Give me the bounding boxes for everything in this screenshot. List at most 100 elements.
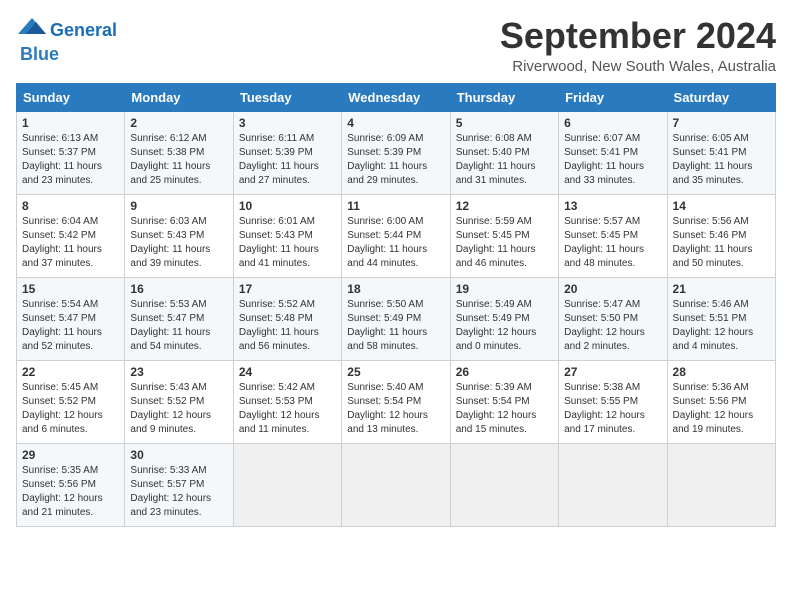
day-info: Sunrise: 6:03 AMSunset: 5:43 PMDaylight:… [130, 215, 227, 271]
day-info: Sunrise: 5:46 AMSunset: 5:51 PMDaylight:… [673, 298, 770, 354]
day-number: 18 [347, 282, 444, 296]
calendar-cell: 23 Sunrise: 5:43 AMSunset: 5:52 PMDayligh… [125, 360, 233, 443]
day-info: Sunrise: 5:43 AMSunset: 5:52 PMDaylight:… [130, 381, 227, 437]
day-info: Sunrise: 5:38 AMSunset: 5:55 PMDaylight:… [564, 381, 661, 437]
day-number: 24 [239, 365, 336, 379]
calendar-cell: 1 Sunrise: 6:13 AMSunset: 5:37 PMDaylight… [17, 111, 125, 194]
weekday-header-tuesday: Tuesday [233, 83, 341, 111]
day-number: 25 [347, 365, 444, 379]
day-info: Sunrise: 6:11 AMSunset: 5:39 PMDaylight:… [239, 132, 336, 188]
calendar-cell: 9 Sunrise: 6:03 AMSunset: 5:43 PMDaylight… [125, 194, 233, 277]
calendar-cell: 19 Sunrise: 5:49 AMSunset: 5:49 PMDayligh… [450, 277, 558, 360]
calendar-cell: 26 Sunrise: 5:39 AMSunset: 5:54 PMDayligh… [450, 360, 558, 443]
day-number: 28 [673, 365, 770, 379]
day-number: 14 [673, 199, 770, 213]
weekday-header-sunday: Sunday [17, 83, 125, 111]
calendar-cell: 22 Sunrise: 5:45 AMSunset: 5:52 PMDayligh… [17, 360, 125, 443]
title-block: September 2024 Riverwood, New South Wale… [500, 16, 776, 75]
calendar-cell: 24 Sunrise: 5:42 AMSunset: 5:53 PMDayligh… [233, 360, 341, 443]
weekday-header-row: SundayMondayTuesdayWednesdayThursdayFrid… [17, 83, 776, 111]
day-info: Sunrise: 5:49 AMSunset: 5:49 PMDaylight:… [456, 298, 553, 354]
calendar-cell: 17Sunrise: 5:52 AMSunset: 5:48 PMDayligh… [233, 277, 341, 360]
location: Riverwood, New South Wales, Australia [500, 58, 776, 75]
day-info: Sunrise: 6:07 AMSunset: 5:41 PMDaylight:… [564, 132, 661, 188]
calendar-cell: 11 Sunrise: 6:00 AMSunset: 5:44 PMDayligh… [342, 194, 450, 277]
day-info: Sunrise: 5:54 AMSunset: 5:47 PMDaylight:… [22, 298, 119, 354]
page-header: General Blue September 2024 Riverwood, N… [16, 16, 776, 75]
day-number: 12 [456, 199, 553, 213]
calendar-cell [667, 443, 775, 526]
day-info: Sunrise: 5:42 AMSunset: 5:53 PMDaylight:… [239, 381, 336, 437]
calendar-cell: 2 Sunrise: 6:12 AMSunset: 5:38 PMDaylight… [125, 111, 233, 194]
calendar-cell: 25 Sunrise: 5:40 AMSunset: 5:54 PMDayligh… [342, 360, 450, 443]
calendar-cell: 20Sunrise: 5:47 AMSunset: 5:50 PMDayligh… [559, 277, 667, 360]
day-number: 30 [130, 448, 227, 462]
calendar-cell: 28 Sunrise: 5:36 AMSunset: 5:56 PMDayligh… [667, 360, 775, 443]
day-info: Sunrise: 5:45 AMSunset: 5:52 PMDaylight:… [22, 381, 119, 437]
calendar-cell: 8 Sunrise: 6:04 AMSunset: 5:42 PMDaylight… [17, 194, 125, 277]
calendar-cell: 7 Sunrise: 6:05 AMSunset: 5:41 PMDaylight… [667, 111, 775, 194]
logo-text-2: Blue [20, 45, 59, 65]
logo: General Blue [16, 16, 117, 65]
day-info: Sunrise: 5:52 AMSunset: 5:48 PMDaylight:… [239, 298, 336, 354]
day-info: Sunrise: 6:08 AMSunset: 5:40 PMDaylight:… [456, 132, 553, 188]
week-row-2: 8 Sunrise: 6:04 AMSunset: 5:42 PMDaylight… [17, 194, 776, 277]
weekday-header-wednesday: Wednesday [342, 83, 450, 111]
calendar-cell: 30Sunrise: 5:33 AMSunset: 5:57 PMDayligh… [125, 443, 233, 526]
day-info: Sunrise: 5:40 AMSunset: 5:54 PMDaylight:… [347, 381, 444, 437]
day-number: 6 [564, 116, 661, 130]
day-info: Sunrise: 5:39 AMSunset: 5:54 PMDaylight:… [456, 381, 553, 437]
day-number: 8 [22, 199, 119, 213]
calendar-cell: 16 Sunrise: 5:53 AMSunset: 5:47 PMDayligh… [125, 277, 233, 360]
calendar-cell: 5Sunrise: 6:08 AMSunset: 5:40 PMDaylight… [450, 111, 558, 194]
day-number: 1 [22, 116, 119, 130]
week-row-5: 29Sunrise: 5:35 AMSunset: 5:56 PMDayligh… [17, 443, 776, 526]
day-info: Sunrise: 6:09 AMSunset: 5:39 PMDaylight:… [347, 132, 444, 188]
day-info: Sunrise: 6:13 AMSunset: 5:37 PMDaylight:… [22, 132, 119, 188]
calendar-cell: 3 Sunrise: 6:11 AMSunset: 5:39 PMDaylight… [233, 111, 341, 194]
day-number: 7 [673, 116, 770, 130]
day-info: Sunrise: 6:12 AMSunset: 5:38 PMDaylight:… [130, 132, 227, 188]
day-info: Sunrise: 6:04 AMSunset: 5:42 PMDaylight:… [22, 215, 119, 271]
day-info: Sunrise: 5:53 AMSunset: 5:47 PMDaylight:… [130, 298, 227, 354]
month-title: September 2024 [500, 16, 776, 56]
day-number: 2 [130, 116, 227, 130]
calendar-cell: 10 Sunrise: 6:01 AMSunset: 5:43 PMDayligh… [233, 194, 341, 277]
day-info: Sunrise: 6:01 AMSunset: 5:43 PMDaylight:… [239, 215, 336, 271]
day-number: 23 [130, 365, 227, 379]
day-number: 11 [347, 199, 444, 213]
day-number: 21 [673, 282, 770, 296]
calendar-cell: 29Sunrise: 5:35 AMSunset: 5:56 PMDayligh… [17, 443, 125, 526]
calendar-cell: 14Sunrise: 5:56 AMSunset: 5:46 PMDayligh… [667, 194, 775, 277]
day-number: 16 [130, 282, 227, 296]
calendar-cell: 18 Sunrise: 5:50 AMSunset: 5:49 PMDayligh… [342, 277, 450, 360]
calendar-cell [233, 443, 341, 526]
day-number: 22 [22, 365, 119, 379]
calendar-cell [559, 443, 667, 526]
day-info: Sunrise: 6:05 AMSunset: 5:41 PMDaylight:… [673, 132, 770, 188]
weekday-header-friday: Friday [559, 83, 667, 111]
calendar-cell: 12Sunrise: 5:59 AMSunset: 5:45 PMDayligh… [450, 194, 558, 277]
weekday-header-monday: Monday [125, 83, 233, 111]
day-number: 26 [456, 365, 553, 379]
week-row-1: 1 Sunrise: 6:13 AMSunset: 5:37 PMDaylight… [17, 111, 776, 194]
day-number: 13 [564, 199, 661, 213]
calendar-cell: 15 Sunrise: 5:54 AMSunset: 5:47 PMDayligh… [17, 277, 125, 360]
day-info: Sunrise: 5:57 AMSunset: 5:45 PMDaylight:… [564, 215, 661, 271]
day-number: 3 [239, 116, 336, 130]
day-info: Sunrise: 6:00 AMSunset: 5:44 PMDaylight:… [347, 215, 444, 271]
week-row-3: 15 Sunrise: 5:54 AMSunset: 5:47 PMDayligh… [17, 277, 776, 360]
day-number: 20 [564, 282, 661, 296]
calendar-cell: 4Sunrise: 6:09 AMSunset: 5:39 PMDaylight… [342, 111, 450, 194]
day-number: 19 [456, 282, 553, 296]
day-number: 15 [22, 282, 119, 296]
day-number: 10 [239, 199, 336, 213]
day-info: Sunrise: 5:36 AMSunset: 5:56 PMDaylight:… [673, 381, 770, 437]
calendar-cell: 6 Sunrise: 6:07 AMSunset: 5:41 PMDaylight… [559, 111, 667, 194]
weekday-header-saturday: Saturday [667, 83, 775, 111]
calendar-cell: 27Sunrise: 5:38 AMSunset: 5:55 PMDayligh… [559, 360, 667, 443]
calendar-cell [450, 443, 558, 526]
day-number: 9 [130, 199, 227, 213]
calendar-cell: 13 Sunrise: 5:57 AMSunset: 5:45 PMDayligh… [559, 194, 667, 277]
day-info: Sunrise: 5:50 AMSunset: 5:49 PMDaylight:… [347, 298, 444, 354]
